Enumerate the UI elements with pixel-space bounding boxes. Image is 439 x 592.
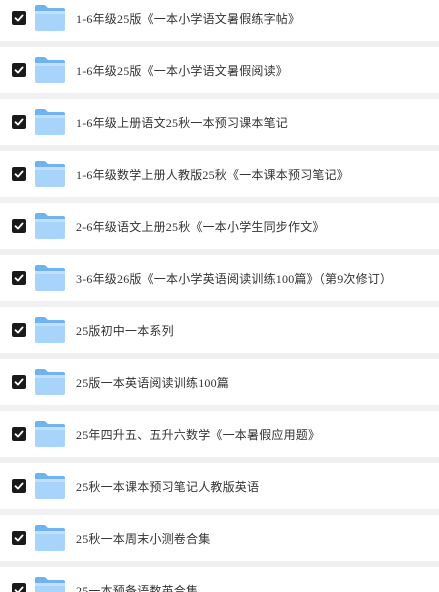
checkbox-checked[interactable] [12, 531, 26, 545]
folder-icon [34, 576, 66, 592]
list-item[interactable]: 1-6年级上册语文25秋一本预习课本笔记 [0, 99, 439, 145]
list-item[interactable]: 25一本预备语数英合集 [0, 567, 439, 592]
checkbox-checked[interactable] [12, 271, 26, 285]
list-item[interactable]: 2-6年级语文上册25秋《一本小学生同步作文》 [0, 203, 439, 249]
file-name: 1-6年级数学上册人教版25秋《一本课本预习笔记》 [76, 167, 349, 182]
folder-icon [34, 524, 66, 552]
file-name: 25秋一本课本预习笔记人教版英语 [76, 479, 260, 494]
checkbox-checked[interactable] [12, 63, 26, 77]
list-item[interactable]: 25版一本英语阅读训练100篇 [0, 359, 439, 405]
file-name: 25版初中一本系列 [76, 323, 174, 338]
checkbox-checked[interactable] [12, 427, 26, 441]
checkmark-icon [14, 14, 24, 22]
checkbox-checked[interactable] [12, 167, 26, 181]
checkbox-checked[interactable] [12, 375, 26, 389]
file-name: 1-6年级25版《一本小学语文暑假练字帖》 [76, 11, 301, 26]
folder-icon [34, 160, 66, 188]
folder-icon [34, 368, 66, 396]
folder-icon [34, 420, 66, 448]
file-name: 2-6年级语文上册25秋《一本小学生同步作文》 [76, 219, 325, 234]
folder-icon [34, 316, 66, 344]
checkbox-checked[interactable] [12, 115, 26, 129]
file-name: 1-6年级25版《一本小学语文暑假阅读》 [76, 63, 288, 78]
folder-icon [34, 264, 66, 292]
checkmark-icon [14, 326, 24, 334]
checkbox-checked[interactable] [12, 583, 26, 592]
list-item[interactable]: 25秋一本周末小测卷合集 [0, 515, 439, 561]
checkmark-icon [14, 118, 24, 126]
checkmark-icon [14, 222, 24, 230]
list-item[interactable]: 25秋一本课本预习笔记人教版英语 [0, 463, 439, 509]
checkmark-icon [14, 170, 24, 178]
file-name: 25年四升五、五升六数学《一本暑假应用题》 [76, 427, 321, 442]
list-item[interactable]: 1-6年级25版《一本小学语文暑假练字帖》 [0, 0, 439, 41]
checkmark-icon [14, 482, 24, 490]
folder-icon [34, 4, 66, 32]
folder-icon [34, 472, 66, 500]
checkbox-checked[interactable] [12, 219, 26, 233]
file-name: 1-6年级上册语文25秋一本预习课本笔记 [76, 115, 288, 130]
checkmark-icon [14, 586, 24, 592]
list-item[interactable]: 25年四升五、五升六数学《一本暑假应用题》 [0, 411, 439, 457]
folder-icon [34, 56, 66, 84]
folder-icon [34, 108, 66, 136]
list-item[interactable]: 1-6年级25版《一本小学语文暑假阅读》 [0, 47, 439, 93]
checkmark-icon [14, 534, 24, 542]
list-item[interactable]: 3-6年级26版《一本小学英语阅读训练100篇》（第9次修订） [0, 255, 439, 301]
file-name: 25版一本英语阅读训练100篇 [76, 375, 230, 390]
file-name: 25一本预备语数英合集 [76, 583, 199, 592]
checkbox-checked[interactable] [12, 11, 26, 25]
folder-icon [34, 212, 66, 240]
file-list: 1-6年级25版《一本小学语文暑假练字帖》 1-6年级25版《一本小学语文暑假阅… [0, 0, 439, 592]
checkbox-checked[interactable] [12, 479, 26, 493]
list-item[interactable]: 1-6年级数学上册人教版25秋《一本课本预习笔记》 [0, 151, 439, 197]
checkmark-icon [14, 430, 24, 438]
checkmark-icon [14, 274, 24, 282]
file-name: 25秋一本周末小测卷合集 [76, 531, 211, 546]
list-item[interactable]: 25版初中一本系列 [0, 307, 439, 353]
checkmark-icon [14, 66, 24, 74]
file-name: 3-6年级26版《一本小学英语阅读训练100篇》（第9次修订） [76, 271, 393, 286]
checkmark-icon [14, 378, 24, 386]
checkbox-checked[interactable] [12, 323, 26, 337]
